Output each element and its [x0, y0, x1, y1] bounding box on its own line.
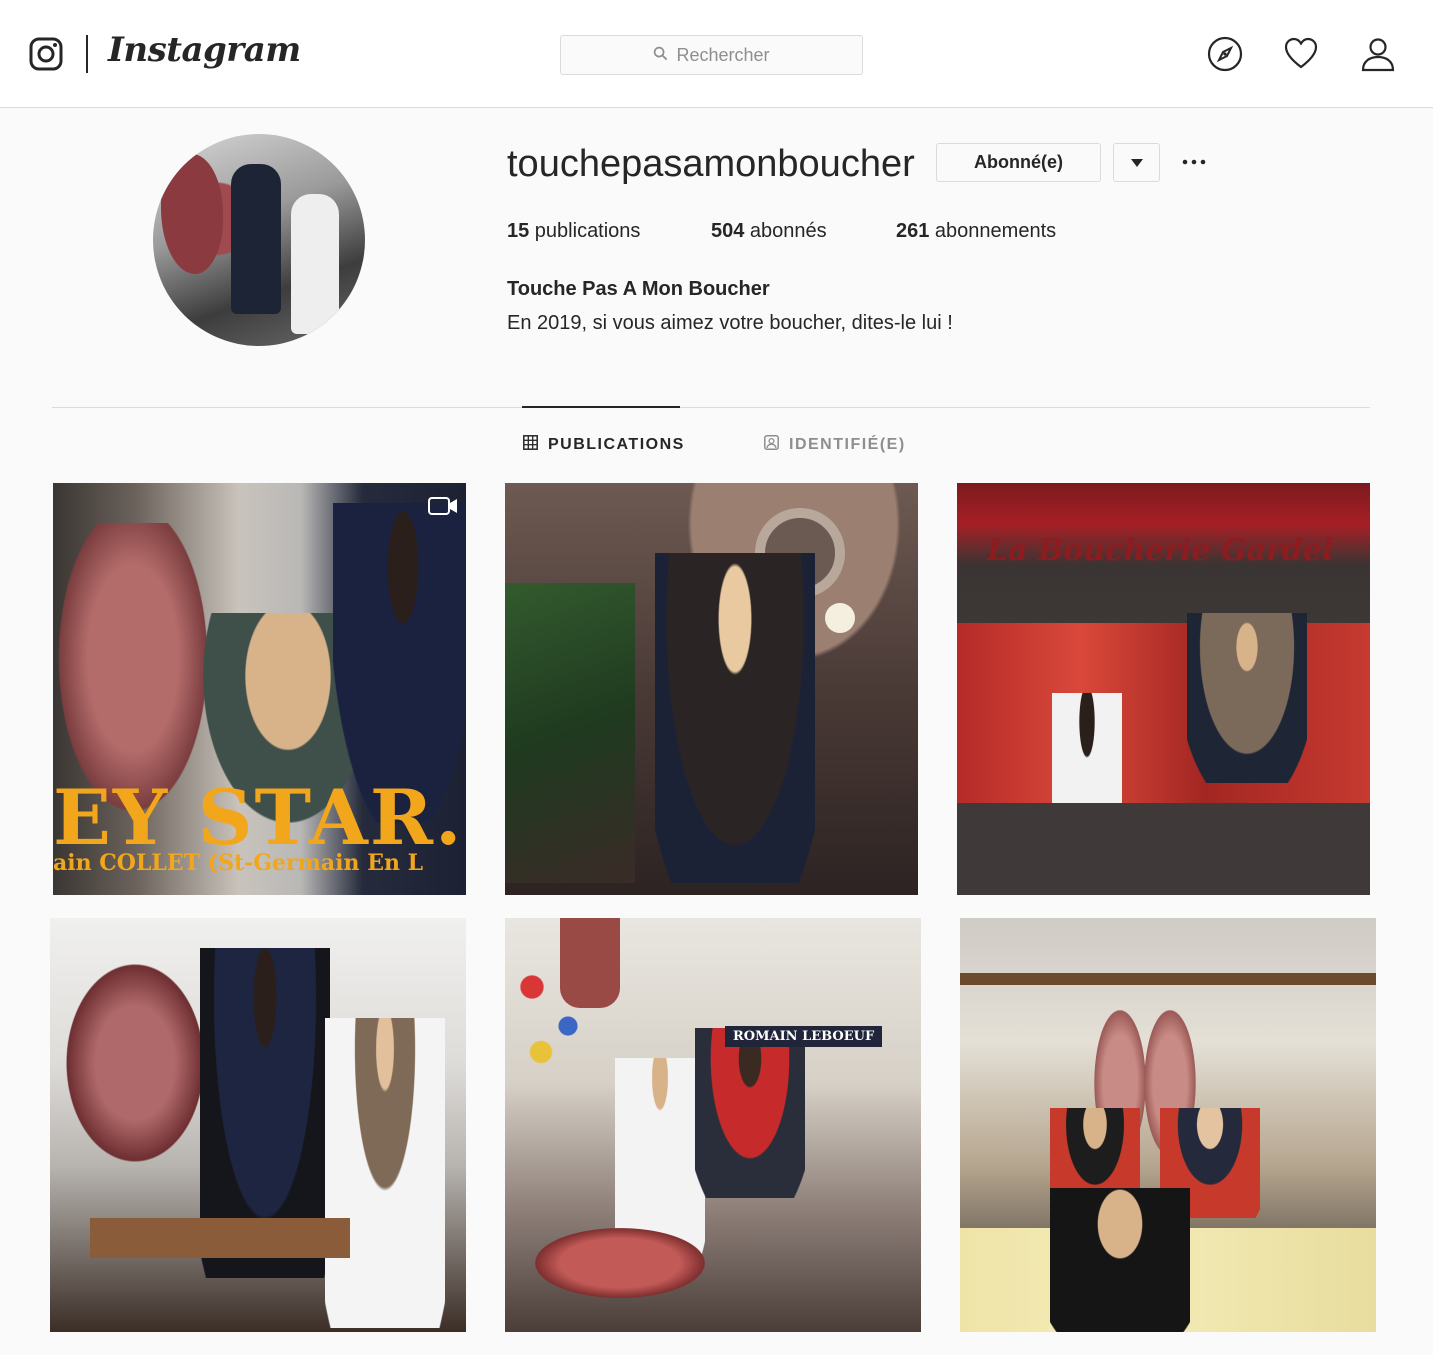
photo-butcher	[325, 1018, 445, 1328]
profile-bio: En 2019, si vous aimez votre boucher, di…	[507, 312, 953, 334]
tab-publications[interactable]: PUBLICATIONS	[523, 435, 685, 455]
following-button[interactable]: Abonné(e)	[936, 143, 1101, 182]
shop-sign: La Boucherie Gardel	[987, 533, 1334, 568]
video-icon	[428, 495, 458, 517]
top-navigation-bar: Instagram Rechercher	[0, 0, 1433, 108]
photo-hanging-sausage	[560, 918, 620, 1008]
tab-tagged-label: IDENTIFIÉ(E)	[789, 436, 906, 453]
photo-man-foreground	[1050, 1188, 1190, 1332]
stat-following[interactable]: 261 abonnements	[896, 220, 1056, 243]
photo-shop-window	[957, 623, 1370, 803]
heart-icon[interactable]	[1283, 36, 1319, 72]
photo-meat	[55, 948, 215, 1178]
post-overlay-title: EY STAR.	[53, 773, 464, 862]
photo-table	[90, 1218, 350, 1258]
posts-count: 15	[507, 220, 530, 242]
avatar-person-butcher	[291, 194, 339, 334]
following-label: abonnements	[929, 220, 1057, 242]
caret-down-icon	[1130, 158, 1143, 167]
avatar-person-jumping	[231, 164, 281, 314]
profile-avatar[interactable]	[153, 134, 365, 346]
stat-posts: 15 publications	[507, 220, 640, 243]
compass-icon[interactable]	[1207, 36, 1243, 72]
more-options-button[interactable]	[1176, 145, 1212, 179]
tabs-divider	[52, 407, 1370, 408]
profile-full-name: Touche Pas A Mon Boucher	[507, 278, 770, 300]
post-overlay-subtitle: ain COLLET (St-Germain En L	[53, 850, 424, 876]
shop-sign: ROMAIN LEBOEUF	[725, 1026, 883, 1047]
post-thumbnail[interactable]: ROMAIN LEBOEUF	[505, 918, 921, 1332]
instagram-wordmark[interactable]: Instagram	[108, 30, 301, 70]
photo-garland	[505, 583, 635, 883]
followers-count: 504	[711, 220, 745, 242]
posts-label: publications	[529, 220, 641, 242]
stat-followers[interactable]: 504 abonnés	[711, 220, 827, 243]
logo-divider	[86, 35, 88, 73]
profile-username: touchepasamonboucher	[507, 143, 915, 185]
photo-storefront-base	[957, 803, 1370, 895]
photo-meat-cut	[535, 1228, 705, 1298]
photo-jumping-woman	[1187, 613, 1307, 783]
tab-tagged[interactable]: IDENTIFIÉ(E)	[764, 435, 906, 455]
search-input[interactable]: Rechercher	[560, 35, 863, 75]
instagram-glyph-icon[interactable]	[29, 37, 63, 71]
search-icon	[653, 45, 668, 66]
photo-hook-rail	[960, 973, 1376, 985]
tagged-icon	[764, 435, 779, 455]
post-thumbnail[interactable]	[505, 483, 918, 895]
avatar-meat-shape	[161, 154, 223, 274]
post-thumbnail[interactable]: EY STAR. ain COLLET (St-Germain En L	[53, 483, 466, 895]
post-thumbnail[interactable]	[960, 918, 1376, 1332]
profile-icon[interactable]	[1360, 36, 1396, 72]
photo-ceiling-light	[825, 603, 855, 633]
grid-icon	[523, 435, 538, 455]
suggestions-dropdown-button[interactable]	[1113, 143, 1160, 182]
post-thumbnail[interactable]: La Boucherie Gardel	[957, 483, 1370, 895]
photo-jumping-man	[655, 553, 815, 883]
ellipsis-icon	[1182, 159, 1206, 165]
following-count: 261	[896, 220, 930, 242]
photo-jumping-woman	[695, 1028, 805, 1198]
active-tab-indicator	[522, 406, 680, 408]
followers-label: abonnés	[744, 220, 827, 242]
search-placeholder: Rechercher	[676, 44, 770, 65]
post-thumbnail[interactable]	[50, 918, 466, 1332]
tab-publications-label: PUBLICATIONS	[548, 436, 685, 453]
